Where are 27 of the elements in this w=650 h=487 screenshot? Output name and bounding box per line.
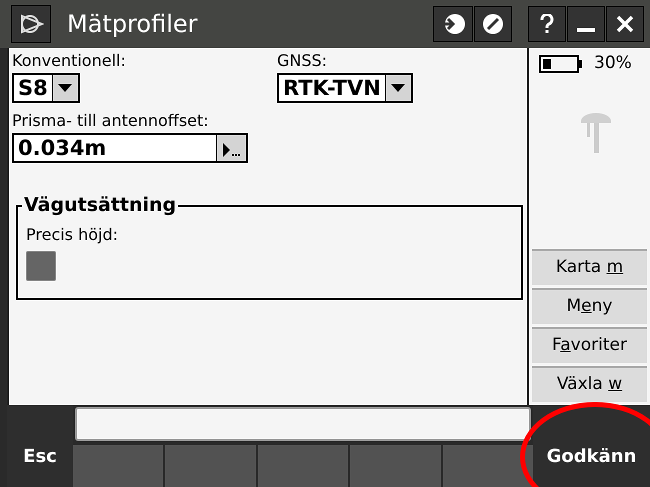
dropdown-arrow-icon [58, 84, 72, 92]
close-icon[interactable] [606, 6, 644, 42]
field-label: GNSS: [277, 51, 328, 71]
field-label: Prisma- till antennoffset: [12, 111, 210, 131]
help-icon[interactable] [528, 6, 566, 42]
group-title: Vägutsättning [22, 193, 178, 217]
minimize-icon[interactable] [567, 6, 605, 42]
side-menu-button[interactable]: Meny [532, 288, 647, 324]
gnss-dropdown[interactable]: RTK-TVN [277, 73, 413, 103]
dropdown-arrow-icon [391, 84, 406, 92]
no-entry-icon[interactable] [474, 6, 512, 42]
accept-button[interactable]: Godkänn [533, 405, 650, 487]
more-options-icon[interactable] [216, 135, 246, 161]
conventional-dropdown[interactable]: S8 [12, 73, 80, 103]
offset-input[interactable]: 0.034m [12, 133, 248, 163]
battery-percentage: 30% [594, 52, 632, 75]
battery-icon [539, 54, 584, 73]
app-logo-icon[interactable] [11, 5, 51, 43]
side-menu-button[interactable]: Växla w [532, 366, 647, 402]
gnss-antenna-icon [579, 110, 613, 152]
window-title: Mätprofiler [67, 9, 198, 40]
checkbox-label: Precis höjd: [26, 225, 120, 245]
esc-button[interactable]: Esc [7, 405, 73, 487]
field-label: Konventionell: [12, 51, 127, 71]
side-menu-button[interactable]: Karta m [532, 249, 647, 285]
checkbox[interactable] [26, 251, 56, 281]
side-menu-button[interactable]: Favoriter [532, 327, 647, 363]
